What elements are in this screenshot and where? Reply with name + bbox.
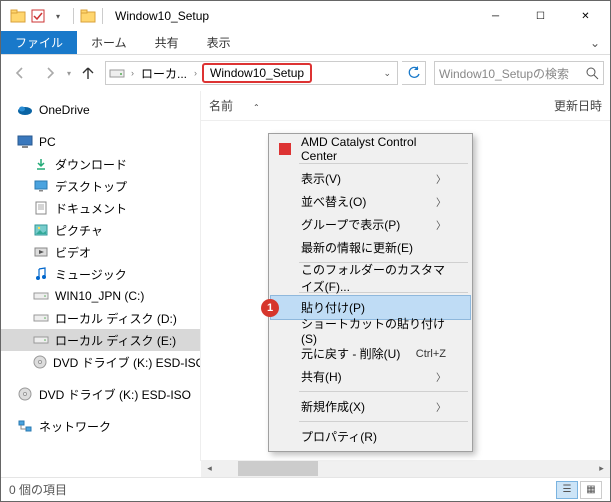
minimize-button[interactable]: ─ bbox=[473, 2, 518, 31]
annotation-badge: 1 bbox=[261, 299, 279, 317]
forward-button[interactable] bbox=[37, 60, 63, 86]
ribbon-tabs: ファイル ホーム 共有 表示 ⌄ bbox=[1, 31, 610, 55]
menu-refresh[interactable]: 最新の情報に更新(E) bbox=[271, 236, 470, 259]
pc-icon bbox=[17, 134, 33, 150]
view-details-button[interactable]: ☰ bbox=[556, 481, 578, 499]
tab-view[interactable]: 表示 bbox=[193, 31, 245, 54]
onedrive-icon bbox=[17, 102, 33, 118]
app-folder-icon bbox=[80, 8, 96, 24]
documents-icon bbox=[33, 200, 49, 216]
tree-pictures[interactable]: ピクチャ bbox=[1, 219, 200, 241]
desktop-icon bbox=[33, 178, 49, 194]
column-headers: 名前⌃ 更新日時 bbox=[201, 91, 610, 121]
search-icon[interactable] bbox=[586, 67, 599, 80]
menu-paste-shortcut[interactable]: ショートカットの貼り付け(S) bbox=[271, 319, 470, 342]
menu-share[interactable]: 共有(H)〉 bbox=[271, 365, 470, 388]
menu-separator bbox=[299, 421, 468, 422]
downloads-icon bbox=[33, 156, 49, 172]
tree-drive-k[interactable]: DVD ドライブ (K:) ESD-ISO bbox=[1, 351, 200, 373]
folder-icon bbox=[9, 7, 27, 25]
tree-onedrive[interactable]: OneDrive bbox=[1, 99, 200, 121]
tree-pc[interactable]: PC bbox=[1, 131, 200, 153]
amd-icon bbox=[277, 141, 293, 157]
maximize-button[interactable]: ☐ bbox=[518, 2, 563, 31]
tree-music[interactable]: ミュージック bbox=[1, 263, 200, 285]
history-dropdown-icon[interactable]: ▾ bbox=[67, 69, 71, 78]
context-menu: AMD Catalyst Control Center 表示(V)〉 並べ替え(… bbox=[268, 133, 473, 452]
videos-icon bbox=[33, 244, 49, 260]
tree-drive-k2[interactable]: DVD ドライブ (K:) ESD-ISO bbox=[1, 383, 200, 405]
drive-icon bbox=[33, 310, 49, 326]
tree-videos[interactable]: ビデオ bbox=[1, 241, 200, 263]
scroll-right-icon[interactable]: ▸ bbox=[593, 463, 610, 474]
ribbon-expand-icon[interactable]: ⌄ bbox=[580, 31, 610, 54]
chevron-right-icon: 〉 bbox=[436, 194, 446, 209]
sort-asc-icon: ⌃ bbox=[253, 103, 260, 112]
back-button[interactable] bbox=[7, 60, 33, 86]
menu-group[interactable]: グループで表示(P)〉 bbox=[271, 213, 470, 236]
network-icon bbox=[17, 418, 33, 434]
menu-separator bbox=[299, 391, 468, 392]
menu-separator bbox=[299, 163, 468, 164]
search-input[interactable]: Window10_Setupの検索 bbox=[434, 61, 604, 85]
refresh-button[interactable] bbox=[402, 61, 426, 85]
scroll-thumb[interactable] bbox=[238, 461, 318, 476]
breadcrumb-current[interactable]: Window10_Setup bbox=[202, 63, 312, 83]
drive-icon bbox=[108, 64, 126, 82]
status-bar: 0 個の項目 ☰ ▦ bbox=[1, 477, 610, 501]
pictures-icon bbox=[33, 222, 49, 238]
menu-view[interactable]: 表示(V)〉 bbox=[271, 167, 470, 190]
address-bar[interactable]: › ローカ... › Window10_Setup ⌄ bbox=[105, 61, 398, 85]
search-placeholder: Window10_Setupの検索 bbox=[439, 65, 569, 82]
menu-amd[interactable]: AMD Catalyst Control Center bbox=[271, 137, 470, 160]
breadcrumb-seg1[interactable]: ローカ... bbox=[137, 65, 191, 82]
drive-icon bbox=[33, 288, 49, 304]
up-button[interactable] bbox=[75, 60, 101, 86]
window-title: Window10_Setup bbox=[115, 9, 209, 23]
menu-properties[interactable]: プロパティ(R) bbox=[271, 425, 470, 448]
view-icons-button[interactable]: ▦ bbox=[580, 481, 602, 499]
chevron-right-icon: 〉 bbox=[436, 369, 446, 384]
chevron-right-icon[interactable]: › bbox=[128, 68, 137, 78]
music-icon bbox=[33, 266, 49, 282]
tree-network[interactable]: ネットワーク bbox=[1, 415, 200, 437]
dvd-icon bbox=[17, 386, 33, 402]
shortcut-label: Ctrl+Z bbox=[416, 348, 446, 360]
close-button[interactable]: ✕ bbox=[563, 2, 608, 31]
col-name[interactable]: 名前⌃ bbox=[209, 97, 554, 114]
tab-file[interactable]: ファイル bbox=[1, 31, 77, 54]
tree-desktop[interactable]: デスクトップ bbox=[1, 175, 200, 197]
col-modified[interactable]: 更新日時 bbox=[554, 97, 602, 114]
tree-drive-d[interactable]: ローカル ディスク (D:) bbox=[1, 307, 200, 329]
menu-new[interactable]: 新規作成(X)〉 bbox=[271, 395, 470, 418]
chevron-right-icon[interactable]: › bbox=[191, 68, 200, 78]
scroll-left-icon[interactable]: ◂ bbox=[201, 463, 218, 474]
menu-undo[interactable]: 元に戻す - 削除(U)Ctrl+Z bbox=[271, 342, 470, 365]
dvd-icon bbox=[33, 354, 47, 370]
title-bar: ▾ Window10_Setup ─ ☐ ✕ bbox=[1, 1, 610, 31]
tree-documents[interactable]: ドキュメント bbox=[1, 197, 200, 219]
tree-drive-e[interactable]: ローカル ディスク (E:) bbox=[1, 329, 200, 351]
tab-home[interactable]: ホーム bbox=[77, 31, 141, 54]
item-count: 0 個の項目 bbox=[9, 481, 67, 498]
address-dropdown-icon[interactable]: ⌄ bbox=[379, 68, 395, 79]
qat-dropdown-icon[interactable]: ▾ bbox=[49, 7, 67, 25]
chevron-right-icon: 〉 bbox=[436, 217, 446, 232]
horizontal-scrollbar[interactable]: ◂ ▸ bbox=[201, 460, 610, 477]
tab-share[interactable]: 共有 bbox=[141, 31, 193, 54]
chevron-right-icon: 〉 bbox=[436, 399, 446, 414]
chevron-right-icon: 〉 bbox=[436, 171, 446, 186]
properties-icon[interactable] bbox=[29, 7, 47, 25]
drive-icon bbox=[33, 332, 49, 348]
menu-customize[interactable]: このフォルダーのカスタマイズ(F)... bbox=[271, 266, 470, 289]
tree-drive-c[interactable]: WIN10_JPN (C:) bbox=[1, 285, 200, 307]
menu-sort[interactable]: 並べ替え(O)〉 bbox=[271, 190, 470, 213]
tree-downloads[interactable]: ダウンロード bbox=[1, 153, 200, 175]
nav-bar: ▾ › ローカ... › Window10_Setup ⌄ Window10_S… bbox=[1, 55, 610, 91]
nav-tree: OneDrive PC ダウンロード デスクトップ ドキュメント ピクチャ ビデ… bbox=[1, 91, 201, 461]
